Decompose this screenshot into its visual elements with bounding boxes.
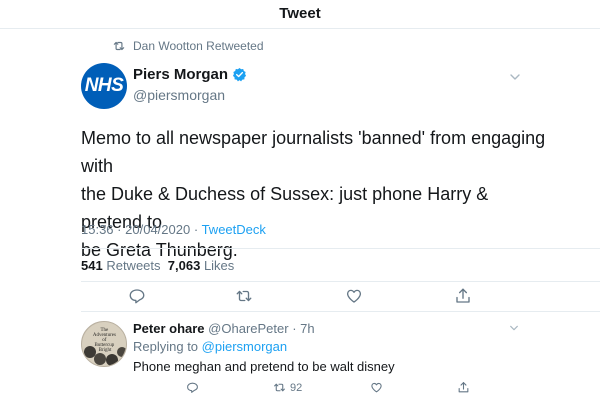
avatar-nhs-logo: NHS [84,75,124,96]
chevron-down-icon[interactable] [509,71,521,83]
verified-badge-icon [232,67,247,82]
reply-text: Phone meghan and pretend to be walt disn… [133,359,395,374]
retweet-count: 541 [81,258,103,273]
reply-retweet-action[interactable]: 92 [273,381,302,394]
retweets-stat[interactable]: 541 Retweets [81,258,161,273]
avatar[interactable]: NHS [81,63,127,109]
divider [81,311,600,312]
heart-icon[interactable] [345,287,363,305]
reply-header: Peter ohare @OharePeter · 7h [133,321,315,336]
avatar[interactable]: The Adventures of Buttercup Bright [81,321,127,367]
top-bar: Tweet [0,0,600,29]
meta-separator: · [117,222,122,237]
reply-author-handle[interactable]: @OharePeter [208,321,288,336]
divider [81,281,600,282]
like-label: Likes [203,258,235,273]
tweet-text-line: Memo to all newspaper journalists 'banne… [81,128,546,176]
retweet-icon[interactable] [235,287,253,305]
author-name[interactable]: Piers Morgan [133,66,228,83]
tweet-date: 20/04/2020 [125,222,191,237]
retweet-label: Retweets [106,258,161,273]
reply-author-name[interactable]: Peter ohare [133,321,205,336]
author-handle[interactable]: @piersmorgan [133,87,247,103]
avatar-book-cover-image: The Adventures of Buttercup Bright [82,322,126,366]
avatar-cover-word: Bright [99,348,112,353]
replying-to: Replying to @piersmorgan [133,339,287,354]
page-title: Tweet [279,5,321,22]
reply-retweet-count: 92 [290,381,303,394]
likes-stat[interactable]: 7,063 Likes [168,258,235,273]
tweet-meta: 15:36 · 20/04/2020 · TweetDeck [81,222,266,237]
tweet-time: 15:36 [81,222,114,237]
retweet-notice[interactable]: Dan Wootton Retweeted [112,38,264,54]
reply-share-action[interactable] [457,381,474,394]
share-icon[interactable] [454,287,472,305]
replying-to-mention[interactable]: @piersmorgan [202,339,287,354]
divider [81,248,600,249]
retweet-notice-text: Dan Wootton Retweeted [133,39,264,53]
retweet-icon [113,41,125,51]
reply-like-action[interactable] [370,381,387,394]
tweet-source-link[interactable]: TweetDeck [202,222,266,237]
share-icon [458,382,469,393]
meta-separator: · [193,222,199,237]
reply-time: · 7h [292,321,315,336]
like-count: 7,063 [167,258,201,273]
reply-icon[interactable] [128,287,146,305]
replying-prefix: Replying to [133,339,199,354]
heart-icon [371,382,382,393]
tweet-text: Memo to all newspaper journalists 'banne… [81,124,551,264]
retweet-icon [274,383,285,392]
reply-icon [187,382,198,393]
author-block[interactable]: Piers Morgan @piersmorgan [133,66,247,103]
chevron-down-icon[interactable] [509,323,519,333]
reply-reply-action[interactable] [186,381,203,394]
tweet-stats: 541 Retweets 7,063 Likes [81,258,234,273]
